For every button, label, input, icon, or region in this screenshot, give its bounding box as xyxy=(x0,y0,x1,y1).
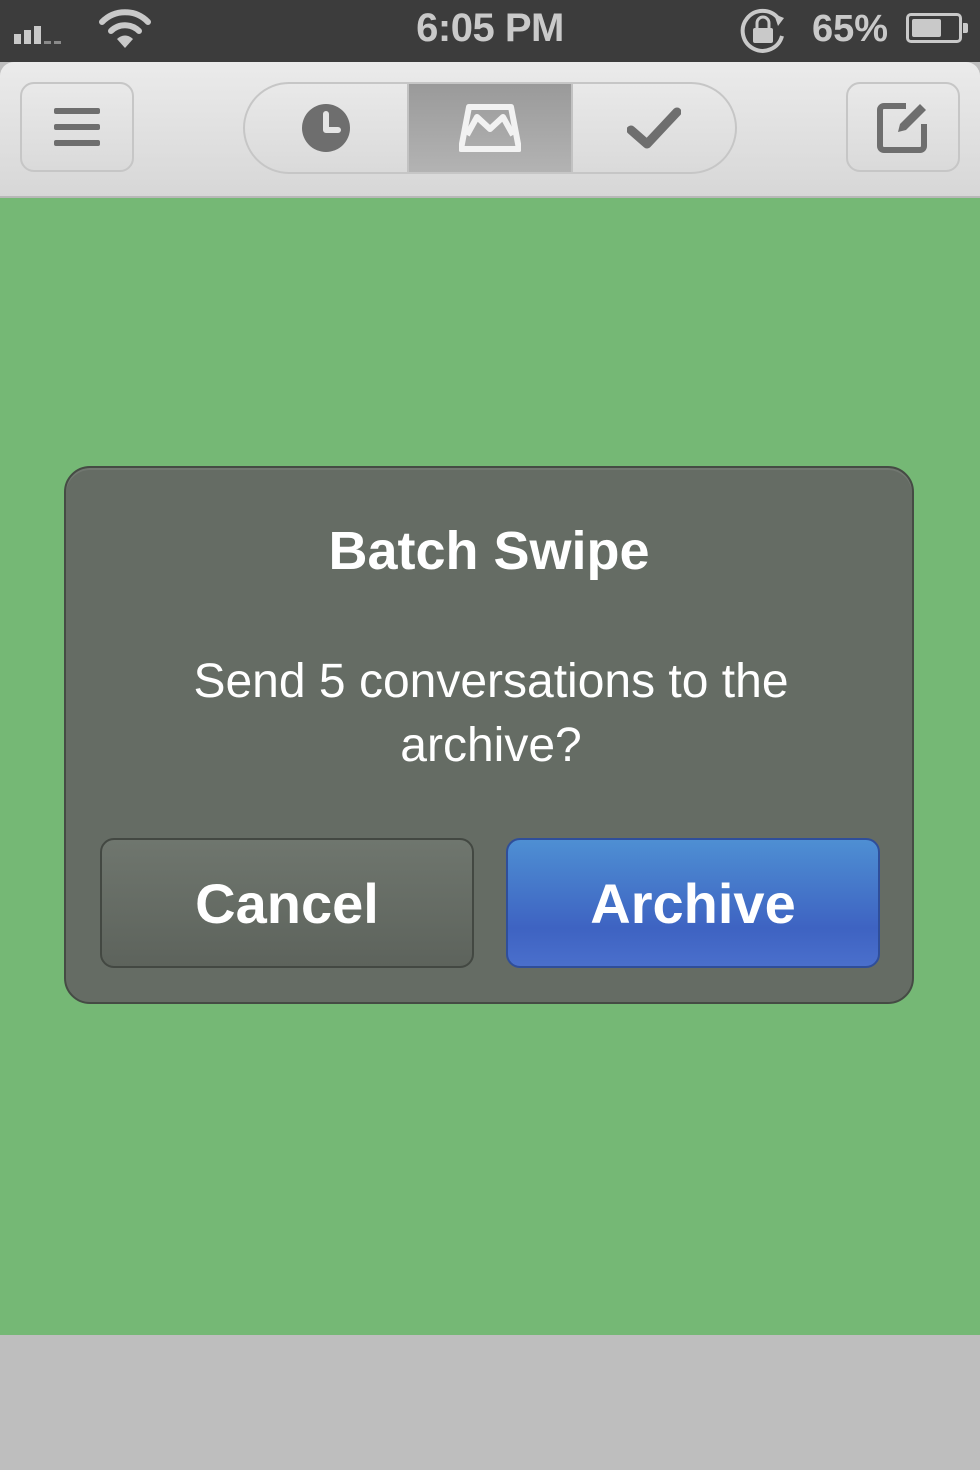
tab-later[interactable] xyxy=(245,84,407,172)
archive-button[interactable]: Archive xyxy=(506,838,880,968)
cancel-button[interactable]: Cancel xyxy=(100,838,474,968)
clock-icon xyxy=(302,104,350,152)
dialog-message: Send 5 conversations to the archive? xyxy=(193,655,789,772)
battery-percent: 65% xyxy=(812,8,889,50)
navigation-bar xyxy=(0,62,980,198)
rotation-lock-icon xyxy=(740,8,784,53)
menu-icon xyxy=(54,108,100,146)
compose-button[interactable] xyxy=(846,82,960,172)
batch-swipe-dialog: Batch Swipe Send 5 conversations to the … xyxy=(64,466,914,1004)
menu-button[interactable] xyxy=(20,82,134,172)
tab-archive[interactable] xyxy=(571,84,735,172)
status-bar: 6:05 PM 65% xyxy=(0,0,980,62)
inbox-tray-icon xyxy=(459,104,521,152)
tab-inbox[interactable] xyxy=(407,84,571,172)
checkmark-icon xyxy=(627,107,681,149)
compose-icon xyxy=(877,103,927,153)
dialog-title: Batch Swipe xyxy=(328,521,650,581)
battery-icon xyxy=(906,13,968,43)
mailbox-segmented-control xyxy=(243,82,737,174)
